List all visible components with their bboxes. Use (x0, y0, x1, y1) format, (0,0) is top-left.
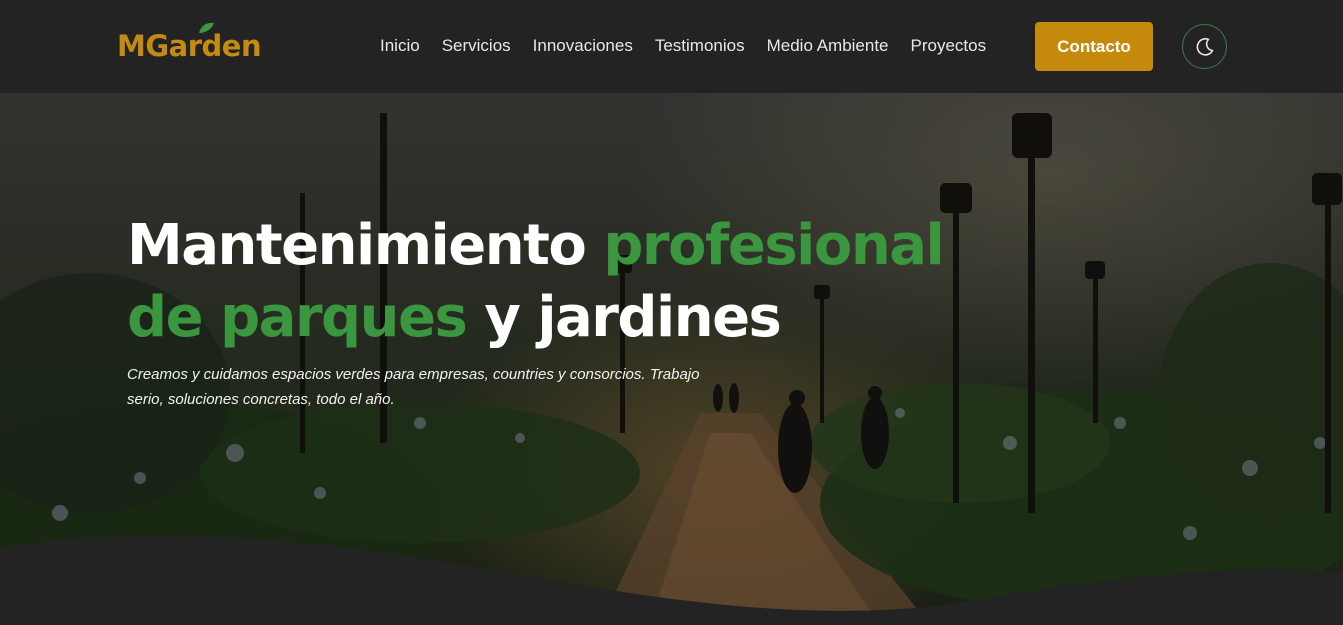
leaf-icon (199, 22, 214, 33)
brand-name: MGarden (117, 29, 262, 63)
hero-headline: Mantenimiento profesional de parques y j… (127, 210, 947, 354)
hero-subtitle: Creamos y cuidamos espacios verdes para … (127, 366, 700, 408)
headline-highlight1: profesional (603, 213, 944, 278)
nav-item-inicio[interactable]: Inicio (380, 34, 420, 58)
top-navbar: MGarden Inicio Servicios Innovaciones Te… (0, 0, 1343, 93)
hero-section: Mantenimiento profesional de parques y j… (0, 93, 1343, 625)
theme-toggle-button[interactable] (1182, 24, 1227, 69)
brand-logo[interactable]: MGarden (117, 22, 262, 66)
main-nav: Inicio Servicios Innovaciones Testimonio… (380, 34, 1008, 58)
headline-part1: Mantenimiento (127, 213, 604, 278)
moon-icon (1196, 37, 1213, 56)
nav-item-innovaciones[interactable]: Innovaciones (533, 34, 633, 58)
nav-item-servicios[interactable]: Servicios (442, 34, 511, 58)
nav-item-proyectos[interactable]: Proyectos (911, 34, 987, 58)
section-divider-wave (0, 535, 1343, 625)
headline-part2: y jardines (466, 285, 782, 350)
headline-highlight2: de parques (127, 285, 468, 350)
nav-item-medio-ambiente[interactable]: Medio Ambiente (767, 34, 889, 58)
nav-item-testimonios[interactable]: Testimonios (655, 34, 745, 58)
contact-button[interactable]: Contacto (1035, 22, 1153, 71)
